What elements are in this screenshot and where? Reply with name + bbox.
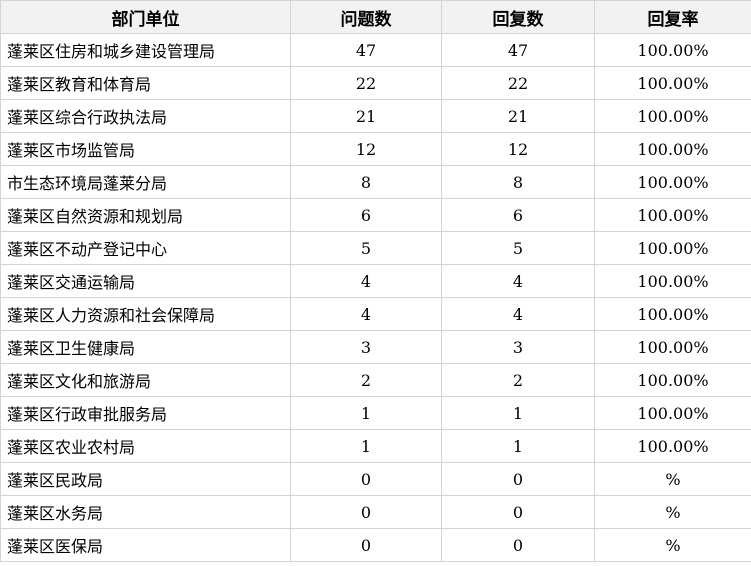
questions-cell: 3 <box>290 330 442 364</box>
unit-cell: 蓬莱区自然资源和规划局 <box>0 198 291 232</box>
header-questions: 问题数 <box>290 0 442 34</box>
header-unit: 部门单位 <box>0 0 291 34</box>
table-row: 蓬莱区市场监管局 12 12 100.00% <box>0 132 751 166</box>
rate-cell: 100.00% <box>594 330 751 364</box>
header-rate: 回复率 <box>594 0 751 34</box>
replies-cell: 4 <box>441 264 595 298</box>
table-row: 蓬莱区医保局 0 0% <box>0 528 751 562</box>
rate-cell: 100.00% <box>594 165 751 199</box>
replies-cell: 47 <box>441 33 595 67</box>
replies-cell: 5 <box>441 231 595 265</box>
rate-cell: 100.00% <box>594 429 751 463</box>
table-body: 蓬莱区住房和城乡建设管理局 47 47 100.00% 蓬莱区教育和体育局 22 22 100… <box>0 33 751 562</box>
unit-cell: 蓬莱区民政局 <box>0 462 291 496</box>
replies-cell: 2 <box>441 363 595 397</box>
reply-rate-table: 部门单位 问题数 回复数 回复率 蓬莱区住房和城乡建设管理局 47 47 100.00… <box>0 0 751 562</box>
rate-cell: 100.00% <box>594 198 751 232</box>
replies-cell: 8 <box>441 165 595 199</box>
table-row: 蓬莱区民政局 0 0% <box>0 462 751 496</box>
table-row: 蓬莱区文化和旅游局 2 2 100.00% <box>0 363 751 397</box>
questions-cell: 8 <box>290 165 442 199</box>
unit-cell: 蓬莱区人力资源和社会保障局 <box>0 297 291 331</box>
unit-cell: 市生态环境局蓬莱分局 <box>0 165 291 199</box>
rate-cell: % <box>594 528 751 562</box>
questions-cell: 0 <box>290 462 442 496</box>
unit-cell: 蓬莱区市场监管局 <box>0 132 291 166</box>
header-row: 部门单位 问题数 回复数 回复率 <box>0 0 751 34</box>
table-row: 蓬莱区住房和城乡建设管理局 47 47 100.00% <box>0 33 751 67</box>
questions-cell: 21 <box>290 99 442 133</box>
rate-cell: 100.00% <box>594 264 751 298</box>
rate-cell: 100.00% <box>594 66 751 100</box>
replies-cell: 1 <box>441 429 595 463</box>
questions-cell: 0 <box>290 528 442 562</box>
table-row: 蓬莱区教育和体育局 22 22 100.00% <box>0 66 751 100</box>
replies-cell: 0 <box>441 495 595 529</box>
rate-cell: % <box>594 462 751 496</box>
unit-cell: 蓬莱区不动产登记中心 <box>0 231 291 265</box>
questions-cell: 1 <box>290 396 442 430</box>
rate-cell: 100.00% <box>594 231 751 265</box>
unit-cell: 蓬莱区文化和旅游局 <box>0 363 291 397</box>
table-row: 蓬莱区水务局 0 0% <box>0 495 751 529</box>
replies-cell: 4 <box>441 297 595 331</box>
unit-cell: 蓬莱区住房和城乡建设管理局 <box>0 33 291 67</box>
questions-cell: 2 <box>290 363 442 397</box>
table-row: 蓬莱区不动产登记中心 5 5 100.00% <box>0 231 751 265</box>
unit-cell: 蓬莱区行政审批服务局 <box>0 396 291 430</box>
questions-cell: 0 <box>290 495 442 529</box>
questions-cell: 5 <box>290 231 442 265</box>
rate-cell: % <box>594 495 751 529</box>
replies-cell: 21 <box>441 99 595 133</box>
header-replies: 回复数 <box>441 0 595 34</box>
rate-cell: 100.00% <box>594 33 751 67</box>
unit-cell: 蓬莱区卫生健康局 <box>0 330 291 364</box>
table-row: 蓬莱区农业农村局 1 1 100.00% <box>0 429 751 463</box>
rate-cell: 100.00% <box>594 99 751 133</box>
questions-cell: 4 <box>290 264 442 298</box>
unit-cell: 蓬莱区水务局 <box>0 495 291 529</box>
replies-cell: 22 <box>441 66 595 100</box>
replies-cell: 6 <box>441 198 595 232</box>
replies-cell: 12 <box>441 132 595 166</box>
table-row: 蓬莱区人力资源和社会保障局 4 4 100.00% <box>0 297 751 331</box>
unit-cell: 蓬莱区农业农村局 <box>0 429 291 463</box>
unit-cell: 蓬莱区综合行政执法局 <box>0 99 291 133</box>
questions-cell: 47 <box>290 33 442 67</box>
questions-cell: 1 <box>290 429 442 463</box>
rate-cell: 100.00% <box>594 396 751 430</box>
unit-cell: 蓬莱区交通运输局 <box>0 264 291 298</box>
unit-cell: 蓬莱区教育和体育局 <box>0 66 291 100</box>
questions-cell: 4 <box>290 297 442 331</box>
rate-cell: 100.00% <box>594 132 751 166</box>
replies-cell: 0 <box>441 462 595 496</box>
rate-cell: 100.00% <box>594 363 751 397</box>
replies-cell: 0 <box>441 528 595 562</box>
unit-cell: 蓬莱区医保局 <box>0 528 291 562</box>
table-row: 蓬莱区综合行政执法局 21 21 100.00% <box>0 99 751 133</box>
table-row: 蓬莱区交通运输局 4 4 100.00% <box>0 264 751 298</box>
table-row: 蓬莱区自然资源和规划局 6 6 100.00% <box>0 198 751 232</box>
questions-cell: 12 <box>290 132 442 166</box>
questions-cell: 6 <box>290 198 442 232</box>
replies-cell: 3 <box>441 330 595 364</box>
table-row: 蓬莱区卫生健康局 3 3 100.00% <box>0 330 751 364</box>
table-row: 蓬莱区行政审批服务局 1 1 100.00% <box>0 396 751 430</box>
questions-cell: 22 <box>290 66 442 100</box>
table-row: 市生态环境局蓬莱分局 8 8 100.00% <box>0 165 751 199</box>
rate-cell: 100.00% <box>594 297 751 331</box>
replies-cell: 1 <box>441 396 595 430</box>
